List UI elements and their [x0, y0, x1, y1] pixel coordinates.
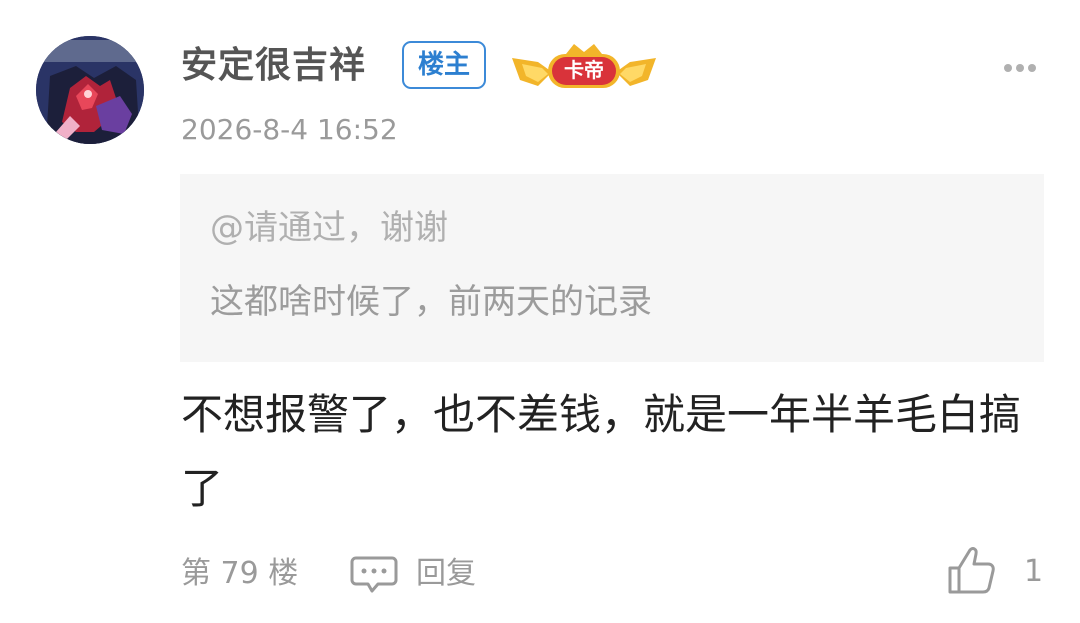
like-count: 1 — [1024, 554, 1044, 589]
more-dots-icon[interactable] — [1000, 60, 1040, 74]
post-timestamp: 2026-8-4 16:52 — [181, 113, 398, 146]
level-badge-label: 卡帝 — [564, 58, 604, 82]
thread-owner-badge: 楼主 — [402, 41, 486, 89]
thumbs-up-icon — [948, 547, 995, 594]
floor-number: 第 79 楼 — [181, 556, 299, 591]
comment-bubble-icon — [350, 556, 398, 593]
level-badge: 卡帝 — [508, 42, 660, 92]
reply-label: 回复 — [416, 556, 476, 591]
reply-button[interactable]: 回复 — [350, 550, 476, 598]
avatar[interactable] — [36, 36, 144, 144]
like-button[interactable]: 1 — [946, 544, 1046, 598]
comment-content: 不想报警了，也不差钱，就是一年半羊毛白搞了 — [181, 390, 1022, 513]
avatar-image — [36, 36, 144, 144]
quoted-comment[interactable]: @请通过，谢谢 这都啥时候了，前两天的记录 — [180, 174, 1044, 362]
username[interactable]: 安定很吉祥 — [181, 40, 366, 92]
quoted-user: @请通过，谢谢 — [210, 208, 448, 248]
quoted-text: 这都啥时候了，前两天的记录 — [210, 282, 652, 322]
